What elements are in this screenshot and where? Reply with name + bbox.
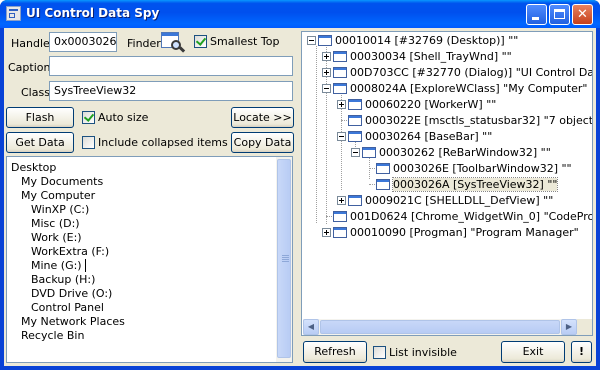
collapse-toggle[interactable]	[351, 148, 360, 157]
list-item: Misc (D:)	[31, 217, 80, 230]
text-caret	[85, 259, 86, 272]
info-button[interactable]: !	[571, 341, 592, 363]
window-tree-view[interactable]: 00010014 [#32769 (Desktop)] "" 00030034 …	[301, 31, 593, 336]
app-window: UI Control Data Spy ✕ Handle 0x0003026A …	[0, 0, 600, 370]
smallest-top-label: Smallest Top	[210, 35, 280, 48]
get-data-button[interactable]: Get Data	[6, 132, 74, 153]
tree-node[interactable]: 00010090 [Progman] "Program Manager"	[350, 226, 579, 239]
include-collapsed-label: Include collapsed items	[98, 136, 228, 149]
caption-label: Caption	[8, 61, 51, 74]
collapse-toggle[interactable]	[322, 84, 331, 93]
window-icon	[333, 51, 347, 62]
data-output-list[interactable]: Desktop My Documents My Computer WinXP (…	[6, 156, 293, 363]
list-vertical-scrollbar[interactable]	[276, 157, 292, 362]
window-icon	[333, 67, 347, 78]
class-input[interactable]: SysTreeView32	[49, 81, 293, 101]
list-item: Recycle Bin	[21, 329, 85, 342]
tree-node[interactable]: 0009021C [SHELLDLL_DefView] ""	[365, 194, 553, 207]
list-item: My Documents	[21, 175, 104, 188]
window-icon	[348, 195, 362, 206]
list-item: WinXP (C:)	[31, 203, 90, 216]
window-icon	[362, 147, 376, 158]
expand-toggle[interactable]	[322, 68, 331, 77]
scrollbar-thumb[interactable]	[277, 159, 291, 358]
exit-button[interactable]: Exit	[501, 341, 565, 363]
window-frame-right	[596, 28, 600, 370]
auto-size-checkbox[interactable]	[82, 111, 95, 124]
collapse-toggle[interactable]	[337, 132, 346, 141]
list-item: Control Panel	[31, 301, 104, 314]
window-icon	[348, 99, 362, 110]
close-button[interactable]: ✕	[572, 4, 593, 25]
expand-toggle[interactable]	[322, 228, 331, 237]
caption-input[interactable]	[49, 56, 293, 76]
tree-node[interactable]: 0008024A [ExploreWClass] "My Computer"	[350, 82, 587, 95]
include-collapsed-checkbox[interactable]	[82, 136, 95, 149]
finder-target-icon[interactable]	[161, 32, 186, 54]
list-item: Mine (G:)	[31, 259, 82, 272]
client-area: Handle 0x0003026A Finder Smallest Top Ca…	[4, 28, 596, 366]
list-item: My Computer	[21, 189, 96, 202]
tree-node[interactable]: 00D703CC [#32770 (Dialog)] "UI Control D…	[350, 66, 592, 79]
window-icon	[348, 131, 362, 142]
scroll-right-icon[interactable]: ▶	[561, 319, 577, 335]
expand-toggle[interactable]	[337, 100, 346, 109]
list-invisible-label: List invisible	[389, 346, 457, 359]
handle-label: Handle	[11, 37, 50, 50]
list-item: Work (E:)	[31, 231, 82, 244]
list-invisible-checkbox[interactable]	[373, 346, 386, 359]
tree-node-selected[interactable]: 0003026A [SysTreeView32] ""	[391, 177, 559, 192]
minimize-button[interactable]	[526, 4, 547, 25]
tree-node[interactable]: 0003022E [msctls_statusbar32] "7 objects…	[365, 114, 592, 127]
expand-toggle[interactable]	[322, 52, 331, 61]
list-item: WorkExtra (F:)	[31, 245, 110, 258]
tree-node[interactable]: 00030034 [Shell_TrayWnd] ""	[350, 50, 512, 63]
collapse-toggle[interactable]	[307, 36, 316, 45]
title-bar[interactable]: UI Control Data Spy ✕	[0, 0, 600, 28]
copy-data-button[interactable]: Copy Data	[231, 132, 294, 153]
window-icon	[376, 163, 390, 174]
tree-node[interactable]: 00030264 [BaseBar] ""	[365, 130, 492, 143]
window-icon	[348, 115, 362, 126]
window-icon	[333, 83, 347, 94]
expand-toggle[interactable]	[337, 196, 346, 205]
list-item: Backup (H:)	[31, 273, 96, 286]
flash-button[interactable]: Flash	[6, 107, 74, 128]
finder-label: Finder	[127, 37, 161, 50]
class-label: Class	[21, 86, 50, 99]
tree-node[interactable]: 00010014 [#32769 (Desktop)] ""	[335, 34, 518, 47]
list-item: Desktop	[11, 161, 57, 174]
window-icon	[318, 35, 332, 46]
window-icon	[333, 227, 347, 238]
tree-node[interactable]: 001D0624 [Chrome_WidgetWin_0] "CodeProje…	[350, 210, 592, 223]
maximize-button[interactable]	[549, 4, 570, 25]
tree-node[interactable]: 00060220 [WorkerW] ""	[365, 98, 496, 111]
tree-horizontal-scrollbar[interactable]: ◀ ▶	[303, 319, 577, 335]
smallest-top-checkbox[interactable]	[194, 35, 207, 48]
app-icon	[6, 6, 21, 21]
tree-node[interactable]: 0003026E [ToolbarWindow32] ""	[393, 162, 572, 175]
auto-size-label: Auto size	[98, 111, 149, 124]
refresh-button[interactable]: Refresh	[303, 341, 367, 363]
window-icon	[333, 211, 347, 222]
window-icon	[376, 179, 390, 190]
tree-node[interactable]: 00030262 [ReBarWindow32] ""	[379, 146, 551, 159]
scrollbar-corner	[577, 319, 592, 335]
locate-button[interactable]: Locate >>	[231, 107, 294, 128]
close-icon: ✕	[577, 7, 588, 22]
scrollbar-thumb[interactable]	[320, 320, 560, 334]
scroll-left-icon[interactable]: ◀	[303, 319, 319, 335]
list-item: My Network Places	[21, 315, 125, 328]
window-title: UI Control Data Spy	[26, 6, 160, 20]
handle-input[interactable]: 0x0003026A	[49, 32, 117, 52]
window-frame-bottom	[0, 366, 600, 370]
list-item: DVD Drive (O:)	[31, 287, 113, 300]
